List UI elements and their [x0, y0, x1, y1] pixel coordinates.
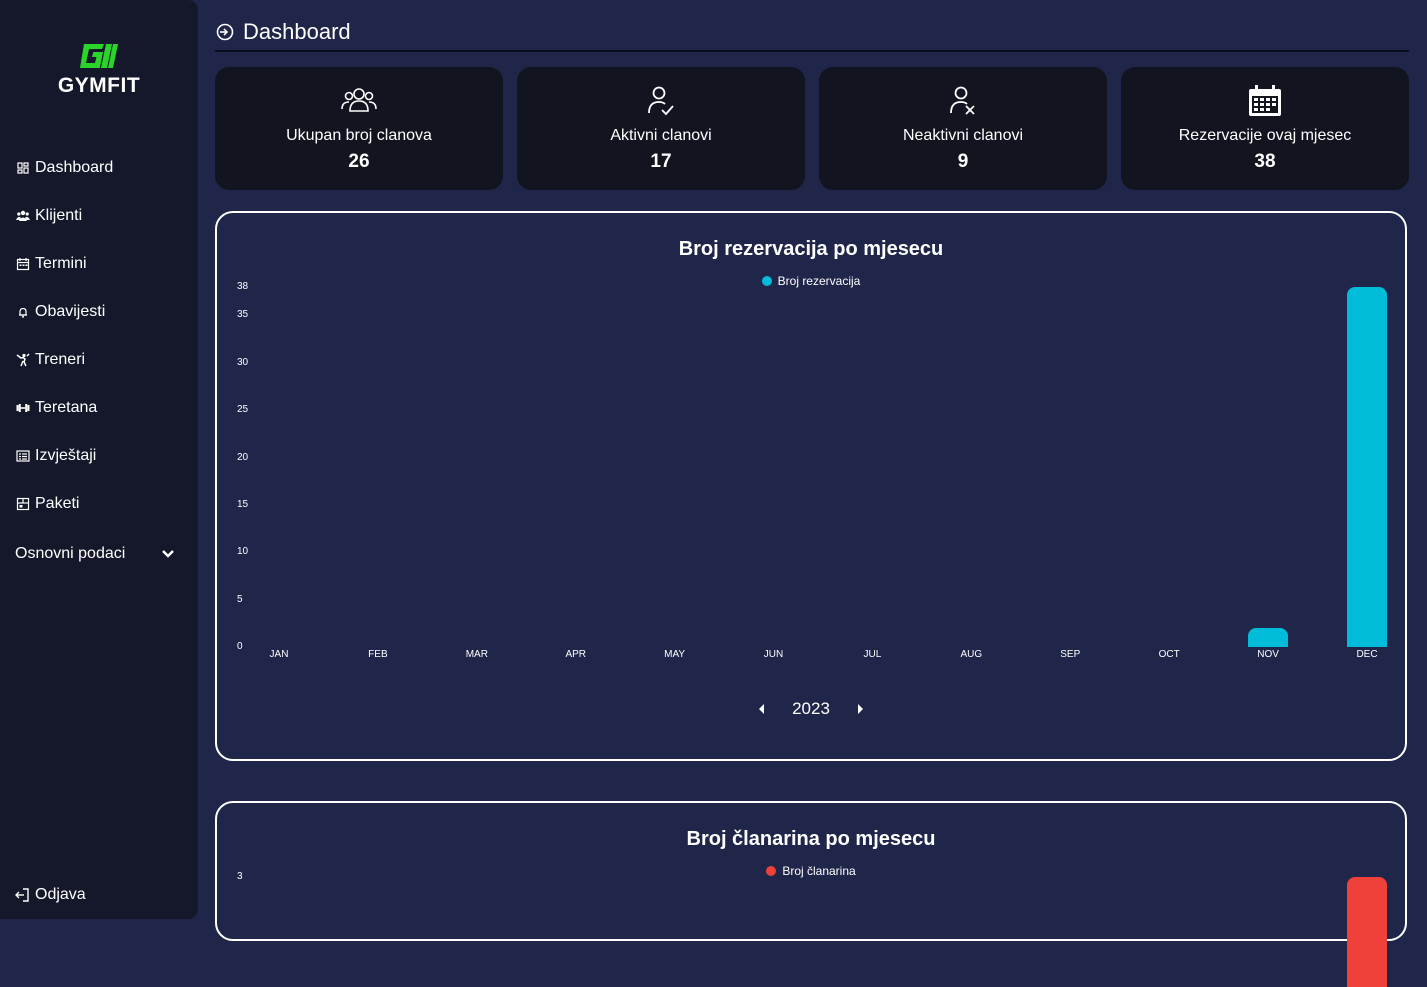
dumbbell-icon	[14, 399, 32, 417]
legend-dot	[766, 866, 777, 876]
logout-icon	[14, 886, 32, 904]
logout-label: Odjava	[35, 886, 86, 903]
stat-value: 17	[650, 151, 672, 172]
sidebar-group-osnovni-podaci[interactable]: Osnovni podaci	[15, 540, 175, 568]
chevron-right-icon[interactable]	[854, 703, 866, 715]
x-tick-label: OCT	[1158, 649, 1180, 660]
y-tick-label: 10	[237, 546, 249, 558]
chart-bar[interactable]	[1347, 877, 1387, 987]
x-tick-label: JUN	[763, 649, 784, 660]
stat-value: 26	[348, 151, 370, 172]
reservations-chart-panel: Broj rezervacija po mjesecu Broj rezerva…	[215, 211, 1407, 761]
x-tick-label: DEC	[1356, 649, 1378, 660]
logout-button[interactable]: Odjava	[14, 881, 86, 909]
logo-mark-icon	[80, 44, 118, 68]
sidebar-item-label: Izvještaji	[35, 447, 97, 464]
sidebar-item-izvjestaji[interactable]: Izvještaji	[14, 442, 96, 470]
calendar-icon	[14, 255, 32, 273]
sidebar-item-klijenti[interactable]: Klijenti	[14, 202, 82, 230]
y-tick-label: 30	[237, 356, 249, 368]
x-tick-label: SEP	[1060, 649, 1081, 660]
page-title: Dashboard	[243, 19, 351, 44]
legend-dot	[761, 276, 772, 286]
report-icon	[14, 447, 32, 465]
x-tick-label: NOV	[1257, 649, 1279, 660]
y-tick-label: 20	[237, 451, 249, 463]
chevron-left-icon[interactable]	[756, 703, 768, 715]
sidebar-item-obavijesti[interactable]: Obavijesti	[14, 298, 105, 326]
stat-label: Rezervacije ovaj mjesec	[1178, 127, 1352, 144]
sidebar-item-dashboard[interactable]: Dashboard	[14, 154, 113, 182]
page-header: Dashboard	[215, 14, 1409, 52]
x-tick-label: MAR	[465, 649, 488, 660]
sidebar-item-label: Treneri	[35, 351, 86, 368]
y-tick-label: 25	[237, 404, 249, 416]
y-tick-label: 15	[237, 498, 249, 510]
calendar-grid-icon	[1249, 85, 1281, 116]
package-icon	[14, 495, 32, 513]
chart-title: Broj članarina po mjesecu	[686, 828, 936, 850]
sidebar-item-label: Dashboard	[35, 159, 114, 176]
dashboard-icon	[14, 159, 32, 177]
x-tick-label: MAY	[664, 649, 686, 660]
stat-label: Aktivni clanovi	[610, 127, 712, 144]
sidebar-item-label: Paketi	[35, 495, 80, 512]
stat-value: 9	[957, 151, 969, 172]
user-x-icon	[950, 86, 975, 115]
stat-label: Ukupan broj clanova	[286, 127, 432, 144]
sidebar-item-label: Teretana	[35, 399, 98, 416]
sidebar-item-paketi[interactable]: Paketi	[14, 490, 79, 518]
memberships-chart-panel: Broj članarina po mjesecu Broj članarina…	[215, 801, 1407, 987]
sidebar-group-label: Osnovni podaci	[15, 545, 126, 562]
stat-card-total-members: Ukupan broj clanova 26	[215, 67, 503, 190]
group-icon	[341, 88, 377, 112]
sidebar-item-treneri[interactable]: Treneri	[14, 346, 85, 374]
chart-legend[interactable]: Broj rezervacija	[217, 274, 1405, 288]
stat-card-inactive-members: Neaktivni clanovi 9	[819, 67, 1107, 190]
x-tick-label: FEB	[368, 649, 388, 660]
users-icon	[14, 207, 32, 225]
year-navigation: 2023	[217, 699, 1405, 719]
legend-label: Broj članarina	[782, 864, 856, 878]
y-tick-label: 35	[237, 309, 249, 321]
stat-card-reservations-month: Rezervacije ovaj mjesec 38	[1121, 67, 1409, 190]
y-tick-label: 3	[237, 871, 243, 882]
stat-label: Neaktivni clanovi	[902, 127, 1024, 144]
chart-title: Broj rezervacija po mjesecu	[678, 238, 944, 260]
bell-icon	[14, 303, 32, 321]
x-tick-label: JAN	[269, 649, 289, 660]
sidebar-item-label: Termini	[35, 255, 87, 272]
year-label: 2023	[792, 699, 830, 718]
chart-bar[interactable]	[1248, 628, 1289, 647]
brand-name: GYMFIT	[57, 74, 141, 97]
stat-card-active-members: Aktivni clanovi 17	[517, 67, 805, 190]
sidebar-item-termini[interactable]: Termini	[14, 250, 87, 278]
sidebar: GYMFIT Dashboard Klijenti Termini Obavij…	[0, 0, 198, 919]
y-tick-label: 38	[237, 281, 249, 292]
x-tick-label: APR	[565, 649, 586, 660]
y-tick-label: 5	[237, 593, 243, 605]
x-tick-label: JUL	[863, 649, 882, 660]
trainer-icon	[14, 351, 32, 369]
chart-legend[interactable]: Broj članarina	[217, 864, 1405, 878]
gymfit-logo[interactable]: GYMFIT	[48, 42, 150, 98]
user-check-icon	[648, 86, 674, 116]
sidebar-item-label: Obavijesti	[35, 303, 106, 320]
x-tick-label: AUG	[960, 649, 983, 660]
sidebar-item-teretana[interactable]: Teretana	[14, 394, 97, 422]
chevron-down-icon	[162, 550, 174, 558]
login-arrow-icon	[216, 23, 234, 41]
sidebar-item-label: Klijenti	[35, 207, 83, 224]
y-tick-label: 0	[237, 641, 243, 652]
stat-value: 38	[1254, 151, 1276, 172]
legend-label: Broj rezervacija	[777, 274, 861, 288]
chart-bar[interactable]	[1347, 287, 1387, 647]
